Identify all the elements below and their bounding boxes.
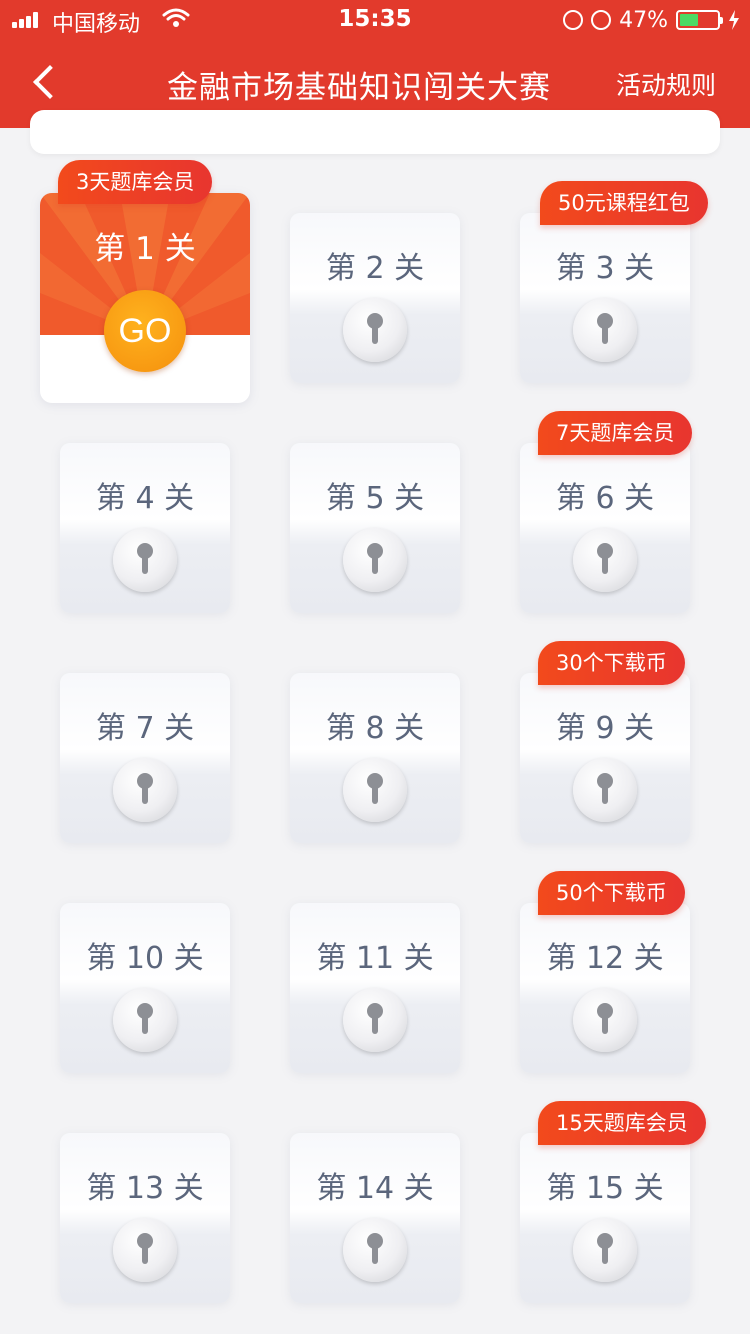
page-title: 金融市场基础知识闯关大赛 bbox=[167, 70, 551, 106]
go-button[interactable]: GO bbox=[104, 290, 186, 372]
reward-badge: 3天题库会员 bbox=[58, 160, 213, 204]
activity-rules-link[interactable]: 活动规则 bbox=[616, 66, 716, 102]
alarm-icon bbox=[591, 10, 612, 30]
reward-badge: 50个下载币 bbox=[538, 871, 685, 915]
lock-icon bbox=[113, 528, 177, 592]
lock-icon bbox=[573, 758, 637, 822]
lock-icon bbox=[343, 988, 407, 1052]
lock-icon bbox=[573, 298, 637, 362]
level-label: 第 8 关 bbox=[325, 711, 425, 746]
reward-badge: 7天题库会员 bbox=[538, 411, 693, 455]
battery-icon bbox=[676, 10, 723, 30]
level-label: 第 5 关 bbox=[325, 481, 425, 516]
level-card-14[interactable]: 第 14 关 bbox=[290, 1133, 460, 1303]
level-card-9[interactable]: 第 9 关 bbox=[520, 673, 690, 843]
reward-badge: 50元课程红包 bbox=[540, 181, 708, 225]
app-header: 中国移动 15:35 47% 金融市场基础知识闯关大赛 活动规则 bbox=[0, 0, 750, 128]
status-bar: 中国移动 15:35 47% bbox=[0, 0, 750, 40]
reward-badge: 30个下载币 bbox=[538, 641, 685, 685]
level-card-15[interactable]: 第 15 关 bbox=[520, 1133, 690, 1303]
level-label: 第 4 关 bbox=[95, 481, 195, 516]
charging-icon bbox=[729, 10, 739, 30]
level-label: 第 11 关 bbox=[316, 941, 434, 976]
level-card-6[interactable]: 第 6 关 bbox=[520, 443, 690, 613]
level-card-5[interactable]: 第 5 关 bbox=[290, 443, 460, 613]
level-card-2[interactable]: 第 2 关 bbox=[290, 213, 460, 383]
info-card bbox=[30, 110, 720, 154]
level-label: 第 15 关 bbox=[546, 1171, 664, 1206]
level-label: 第 1 关 bbox=[94, 231, 196, 267]
level-card-12[interactable]: 第 12 关 bbox=[520, 903, 690, 1073]
level-card-7[interactable]: 第 7 关 bbox=[60, 673, 230, 843]
level-label: 第 2 关 bbox=[325, 251, 425, 286]
level-card-8[interactable]: 第 8 关 bbox=[290, 673, 460, 843]
rotation-lock-icon bbox=[563, 10, 584, 30]
level-label: 第 3 关 bbox=[555, 251, 655, 286]
level-card-3[interactable]: 第 3 关 bbox=[520, 213, 690, 383]
lock-icon bbox=[573, 988, 637, 1052]
level-label: 第 10 关 bbox=[86, 941, 204, 976]
lock-icon bbox=[113, 758, 177, 822]
chevron-left-icon[interactable] bbox=[30, 62, 60, 102]
level-label: 第 7 关 bbox=[95, 711, 195, 746]
level-card-4[interactable]: 第 4 关 bbox=[60, 443, 230, 613]
level-card-10[interactable]: 第 10 关 bbox=[60, 903, 230, 1073]
lock-icon bbox=[343, 298, 407, 362]
lock-icon bbox=[343, 1218, 407, 1282]
lock-icon bbox=[343, 528, 407, 592]
battery-percent: 47% bbox=[619, 7, 668, 33]
lock-icon bbox=[573, 528, 637, 592]
level-card-11[interactable]: 第 11 关 bbox=[290, 903, 460, 1073]
level-label: 第 9 关 bbox=[555, 711, 655, 746]
level-label: 第 13 关 bbox=[86, 1171, 204, 1206]
lock-icon bbox=[113, 988, 177, 1052]
lock-icon bbox=[343, 758, 407, 822]
level-label: 第 12 关 bbox=[546, 941, 664, 976]
lock-icon bbox=[113, 1218, 177, 1282]
level-label: 第 6 关 bbox=[555, 481, 655, 516]
lock-icon bbox=[573, 1218, 637, 1282]
reward-badge: 15天题库会员 bbox=[538, 1101, 706, 1145]
level-card-13[interactable]: 第 13 关 bbox=[60, 1133, 230, 1303]
level-card-1[interactable]: 第 1 关 GO bbox=[40, 193, 250, 403]
level-label: 第 14 关 bbox=[316, 1171, 434, 1206]
